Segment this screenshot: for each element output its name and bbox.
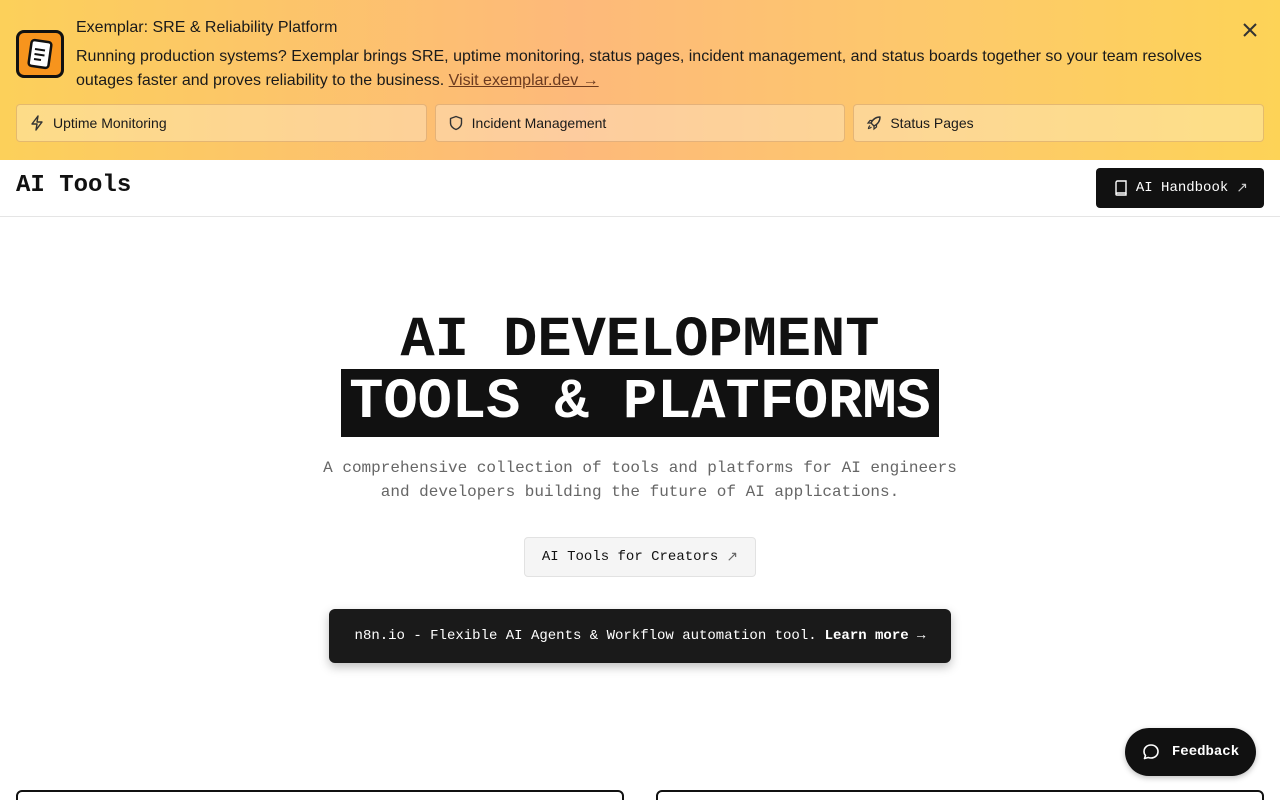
banner-text: Running production systems? Exemplar bri… [76,45,1216,93]
shield-icon [449,115,462,131]
site-header: AI Tools AI Handbook ↗ [0,160,1280,217]
n8n-promo-link[interactable]: n8n.io - Flexible AI Agents & Workflow a… [329,609,951,663]
incident-management-card[interactable]: Incident Management [434,104,846,142]
status-pages-card[interactable]: Status Pages [853,104,1265,142]
hero-description: A comprehensive collection of tools and … [323,459,957,501]
visit-exemplar-link[interactable]: Visit exemplar.dev → [449,72,599,89]
external-link-icon: ↗ [1236,180,1248,197]
feedback-label: Feedback [1171,744,1240,760]
hero-title-line2-wrap: TOOLS & PLATFORMS [0,369,1280,437]
card-label: Uptime Monitoring [53,115,167,131]
promo-text: n8n.io - Flexible AI Agents & Workflow a… [354,628,817,644]
book-icon [1115,180,1127,196]
banner-cards: Uptime Monitoring Incident Management St… [16,104,1265,142]
tool-card[interactable] [16,790,624,800]
site-title[interactable]: AI Tools [16,172,131,199]
ai-tools-for-creators-button[interactable]: AI Tools for Creators ↗ [524,537,756,577]
rocket-icon [867,116,882,131]
card-label: Status Pages [890,115,974,131]
close-icon [1243,23,1257,37]
hero-title-line1: AI DEVELOPMENT [400,309,880,373]
banner-description: Running production systems? Exemplar bri… [76,48,1202,89]
clipboard-icon [27,38,53,70]
hero-title-line2: TOOLS & PLATFORMS [341,369,939,437]
card-label: Incident Management [471,115,607,131]
promo-banner: Exemplar: SRE & Reliability Platform Run… [0,0,1280,160]
lightning-icon [31,115,43,131]
handbook-label: AI Handbook [1135,180,1229,196]
close-button[interactable] [1240,20,1260,40]
creators-label: AI Tools for Creators [541,549,719,565]
ai-handbook-button[interactable]: AI Handbook ↗ [1095,168,1264,208]
feedback-button[interactable]: Feedback [1125,728,1256,776]
learn-more-link[interactable]: Learn more → [825,628,926,644]
external-link-icon: ↗ [726,549,739,566]
exemplar-logo [16,30,64,78]
banner-title: Exemplar: SRE & Reliability Platform [76,19,338,36]
uptime-monitoring-card[interactable]: Uptime Monitoring [16,104,427,142]
chat-bubble-icon [1143,744,1159,760]
tool-card[interactable] [656,790,1264,800]
